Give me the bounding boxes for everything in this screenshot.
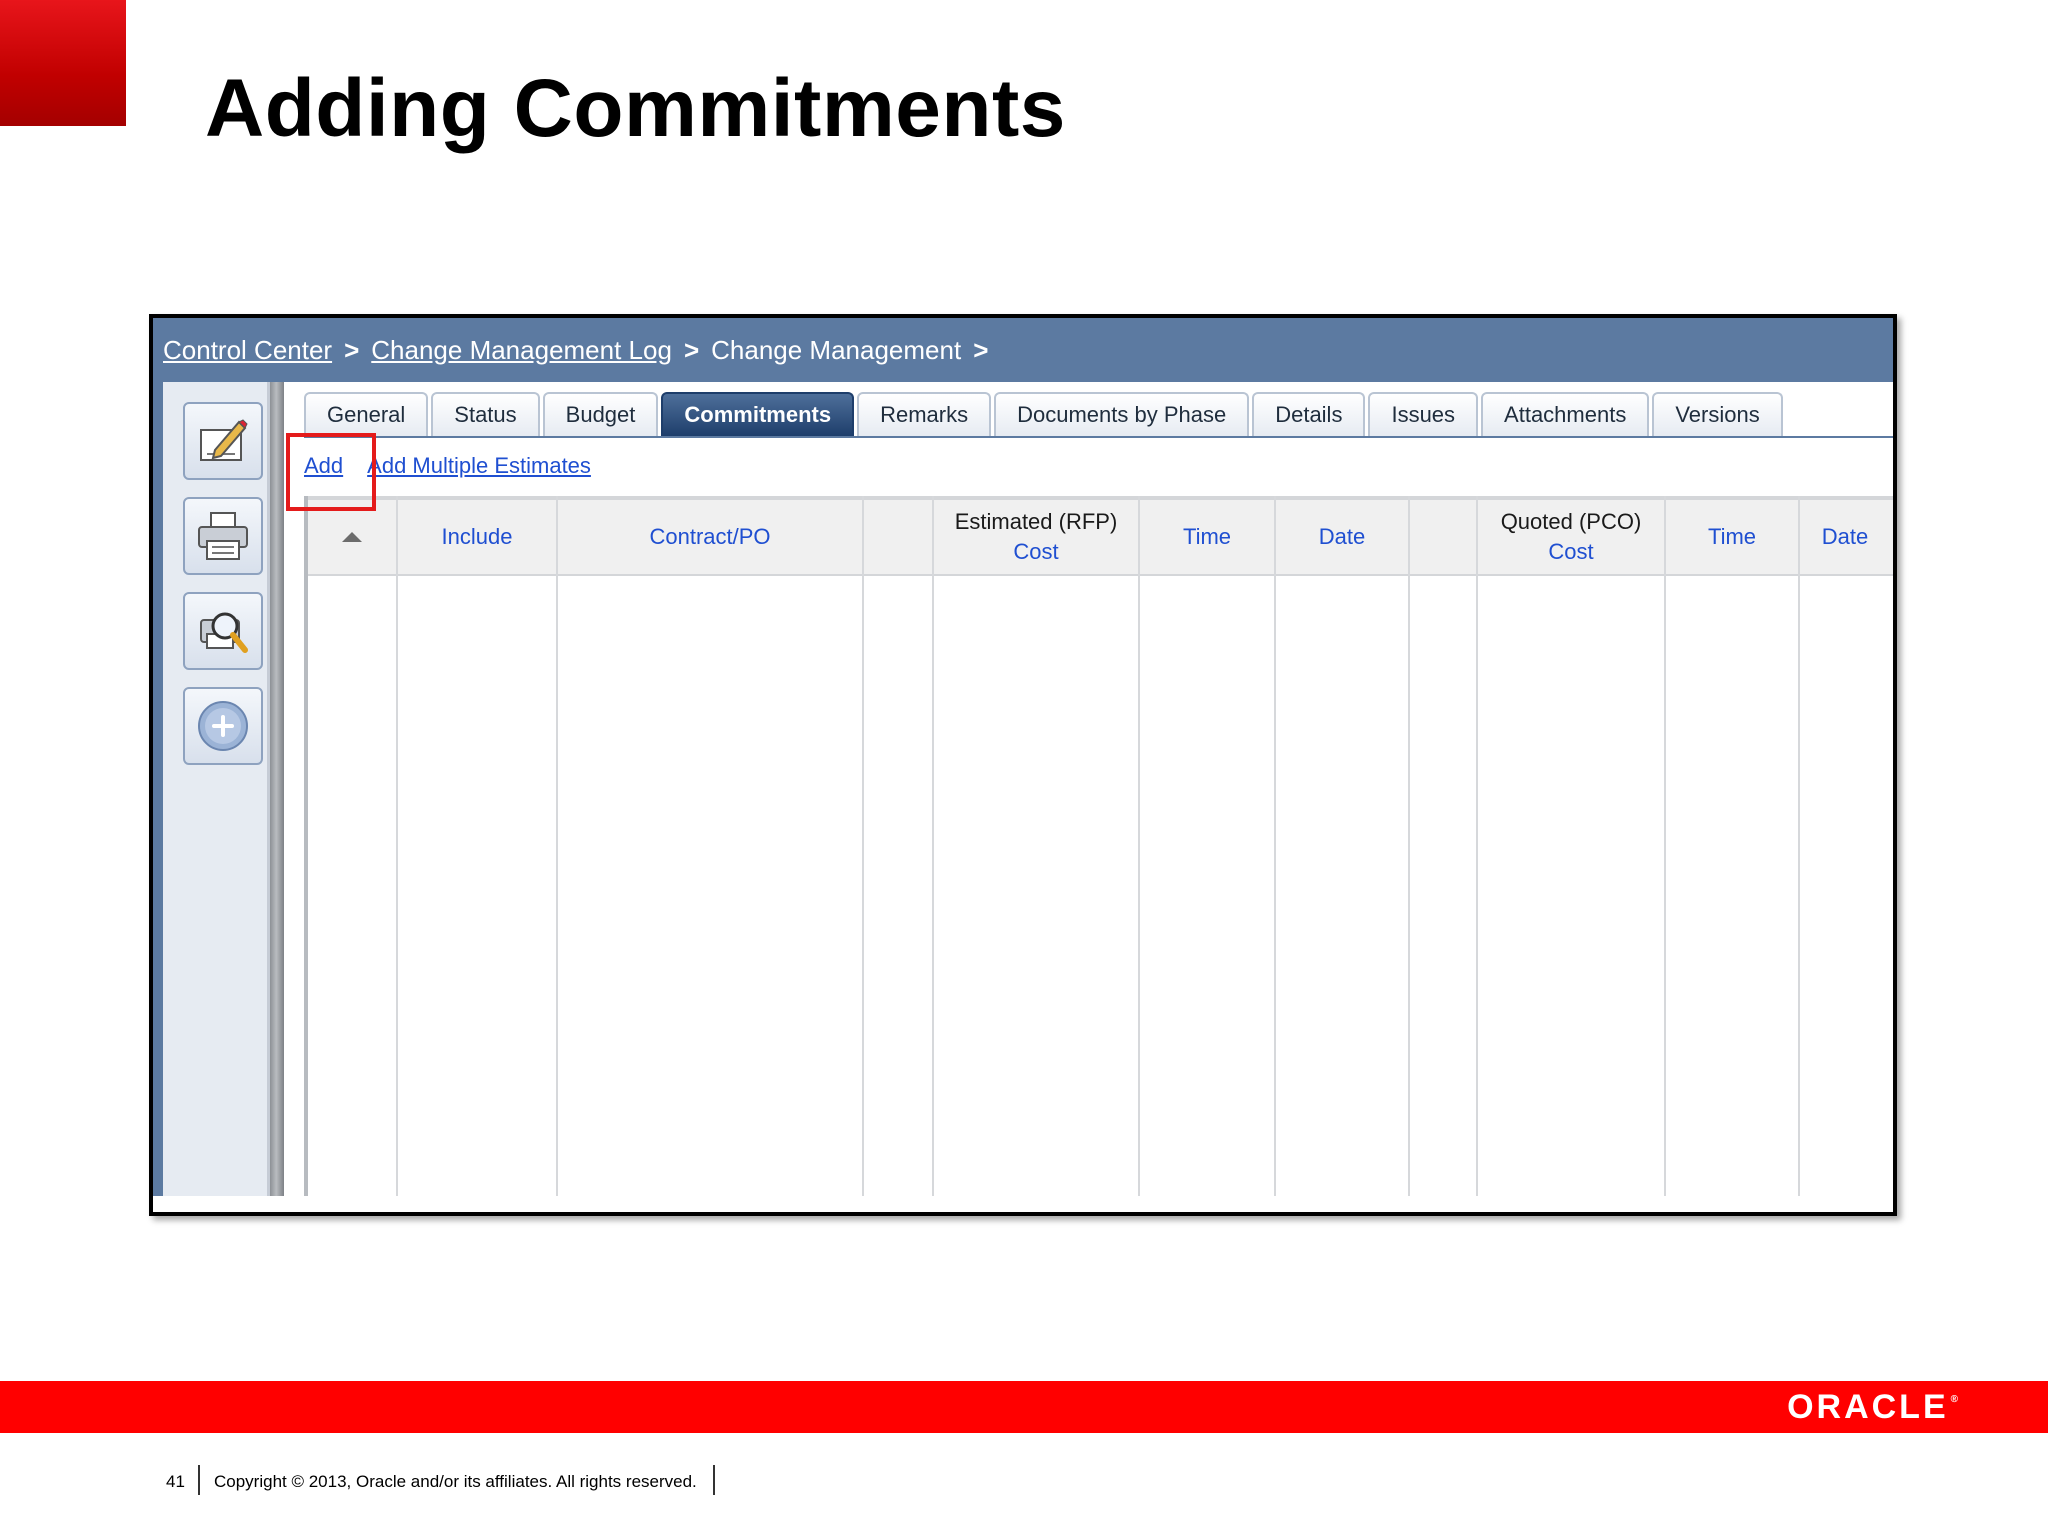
tab-remarks[interactable]: Remarks — [857, 392, 992, 436]
breadcrumb-control-center[interactable]: Control Center — [163, 335, 332, 366]
column-divider — [1476, 496, 1478, 1196]
edit-icon — [200, 419, 248, 461]
column-divider — [1408, 496, 1410, 1196]
tab-versions[interactable]: Versions — [1652, 392, 1783, 436]
oracle-logo-text: ORACLE — [1787, 1387, 1949, 1426]
add-icon — [198, 701, 248, 751]
print-preview-button[interactable] — [183, 592, 263, 670]
tab-bar: General Status Budget Commitments Remark… — [304, 390, 1893, 438]
oracle-logo-trademark: ® — [1950, 1393, 1961, 1405]
breadcrumb-separator: > — [973, 334, 989, 365]
left-toolbar — [163, 382, 270, 1196]
add-highlight-box — [286, 433, 376, 511]
column-quoted-date[interactable]: Date — [1800, 500, 1890, 574]
footer-divider — [713, 1465, 715, 1495]
sort-column-header[interactable] — [308, 500, 396, 574]
column-estimated-date-label: Date — [1318, 524, 1366, 549]
tab-details[interactable]: Details — [1252, 392, 1366, 436]
estimated-group-label: Estimated (RFP) — [954, 509, 1118, 534]
column-divider — [862, 496, 864, 1196]
column-estimated-cost[interactable]: Estimated (RFP) Cost — [934, 500, 1138, 574]
column-include-label: Include — [441, 524, 513, 549]
column-quoted-time[interactable]: Time — [1666, 500, 1798, 574]
column-divider — [1138, 496, 1140, 1196]
quoted-group-label: Quoted (PCO) — [1500, 509, 1642, 534]
column-quoted-time-label: Time — [1707, 524, 1757, 549]
breadcrumb-change-management: Change Management — [711, 334, 962, 365]
breadcrumb-change-management-log[interactable]: Change Management Log — [371, 335, 672, 366]
print-button[interactable] — [183, 497, 263, 575]
footer-divider — [198, 1465, 200, 1495]
breadcrumb: Control Center > Change Management Log >… — [153, 318, 1893, 382]
column-quoted-date-label: Date — [1821, 524, 1869, 549]
slide-title: Adding Commitments — [205, 63, 1066, 154]
column-estimated-date[interactable]: Date — [1276, 500, 1408, 574]
column-quoted-cost[interactable]: Quoted (PCO) Cost — [1478, 500, 1664, 574]
column-quoted-cost-label: Cost — [1548, 539, 1594, 564]
edit-button[interactable] — [183, 402, 263, 480]
column-divider — [1274, 496, 1276, 1196]
column-contract-po-label: Contract/PO — [649, 524, 771, 549]
tab-status[interactable]: Status — [431, 392, 540, 436]
tab-attachments[interactable]: Attachments — [1481, 392, 1650, 436]
column-estimated-time-label: Time — [1182, 524, 1232, 549]
grid-header: Include Contract/PO Estimated (RFP) Cost… — [308, 496, 1893, 576]
column-divider — [556, 496, 558, 1196]
sort-ascending-icon — [342, 532, 362, 542]
print-icon — [198, 512, 248, 560]
breadcrumb-separator: > — [344, 334, 360, 365]
panel-splitter[interactable] — [270, 382, 284, 1196]
column-divider — [932, 496, 934, 1196]
slide-corner-accent — [0, 0, 126, 126]
column-estimated-time[interactable]: Time — [1140, 500, 1274, 574]
breadcrumb-separator: > — [683, 334, 700, 365]
column-divider — [1798, 496, 1800, 1196]
commitments-grid: Include Contract/PO Estimated (RFP) Cost… — [304, 496, 1893, 1196]
copyright-notice: Copyright © 2013, Oracle and/or its affi… — [214, 1472, 697, 1491]
tab-commitments[interactable]: Commitments — [661, 392, 855, 436]
content-panel: General Status Budget Commitments Remark… — [284, 382, 1893, 1196]
column-estimated-cost-label: Cost — [1013, 539, 1059, 564]
oracle-logo: ORACLE ® — [1787, 1383, 1961, 1431]
footer-band — [0, 1381, 2048, 1433]
column-divider — [396, 496, 398, 1196]
app-screenshot: Control Center > Change Management Log >… — [149, 314, 1897, 1216]
add-record-button[interactable] — [183, 687, 263, 765]
page-number: 41 — [166, 1472, 185, 1491]
column-contract-po[interactable]: Contract/PO — [558, 500, 862, 574]
tab-budget[interactable]: Budget — [542, 392, 659, 436]
column-divider — [1664, 496, 1666, 1196]
left-edge-bar — [153, 382, 163, 1196]
tab-issues[interactable]: Issues — [1368, 392, 1479, 436]
tab-documents-by-phase[interactable]: Documents by Phase — [994, 392, 1250, 436]
tab-general[interactable]: General — [304, 392, 429, 436]
column-include[interactable]: Include — [398, 500, 556, 574]
add-multiple-estimates-link[interactable]: Add Multiple Estimates — [367, 453, 591, 479]
print-preview-icon — [200, 612, 248, 653]
